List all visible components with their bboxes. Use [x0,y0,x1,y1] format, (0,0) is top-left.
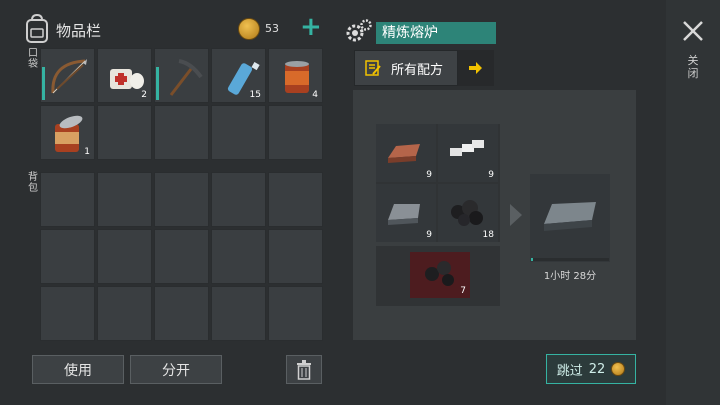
arrow-right-icon [469,62,482,74]
durability-bar [42,67,45,100]
backpack-slot[interactable] [154,229,209,284]
coin-count: 53 [265,22,279,35]
backpack-slot[interactable] [268,286,323,341]
skip-label: 跳过 [556,363,583,379]
smelting-timer: 1小时 28分 [543,271,597,282]
furnace-input-iron-ingot[interactable]: 9 [376,184,436,242]
coin-icon [238,18,260,40]
silver-bars-icon [450,140,484,156]
furnace-output-slot[interactable] [530,174,610,262]
steel-ingot-icon [544,202,596,231]
inventory-slot-empty[interactable] [268,105,323,160]
inventory-slot-water-bottle[interactable]: 15 [211,48,266,103]
backpack-slot[interactable] [40,172,95,227]
use-button[interactable]: 使用 [32,355,124,384]
inventory-slot-pickaxe[interactable] [154,48,209,103]
recipe-icon [365,60,381,76]
backpack-icon [26,14,48,43]
item-count: 4 [312,90,318,100]
furnace-fuel-slot[interactable]: 7 [410,252,470,298]
furnace-input-silver-bars[interactable]: 9 [438,124,498,182]
backpack-label: 背包 [28,172,38,194]
trash-icon [297,359,311,380]
furnace-input-grid: 9 9 9 18 [376,124,500,242]
backpack-grid [40,172,324,341]
inventory-slot-empty[interactable] [154,105,209,160]
recipe-arrow-button[interactable] [458,50,494,86]
backpack-slot[interactable] [97,286,152,341]
split-button[interactable]: 分开 [130,355,222,384]
backpack-slot[interactable] [268,172,323,227]
iron-ingot-icon [388,204,420,225]
backpack-slot[interactable] [97,172,152,227]
skip-button[interactable]: 跳过 22 [546,354,636,384]
bow-icon [51,59,87,94]
trash-button[interactable] [286,355,322,384]
all-recipes-label: 所有配方 [391,62,444,78]
inventory-slot-empty[interactable] [211,105,266,160]
close-label: 关闭 [687,54,699,80]
inventory-title: 物品栏 [56,22,102,40]
inventory-slot-bow[interactable] [40,48,95,103]
pocket-label: 口袋 [28,48,38,70]
backpack-slot[interactable] [97,229,152,284]
item-count: 9 [426,170,432,180]
furnace-input-coal[interactable]: 18 [438,184,498,242]
backpack-slot[interactable] [211,172,266,227]
backpack-slot[interactable] [268,229,323,284]
inventory-slot-empty[interactable] [97,105,152,160]
inventory-slot-canned-food[interactable]: 4 [268,48,323,103]
close-icon[interactable] [678,16,708,46]
backpack-slot[interactable] [211,229,266,284]
copper-ingot-icon [388,144,420,163]
backpack-slot[interactable] [40,229,95,284]
durability-bar [156,67,159,100]
item-count: 2 [141,90,147,100]
smelting-progress-track [531,258,609,261]
inventory-slot-bandage[interactable]: 2 [97,48,152,103]
item-count: 1 [84,147,90,157]
backpack-slot[interactable] [154,286,209,341]
process-arrow-icon [510,204,522,226]
furnace-input-copper-ingot[interactable]: 9 [376,124,436,182]
pocket-grid: 2 15 4 1 [40,48,324,160]
item-count: 15 [249,90,261,100]
backpack-slot[interactable] [211,286,266,341]
furnace-title: 精炼熔炉 [376,22,496,44]
coin-icon [611,362,626,376]
gears-icon [346,19,372,42]
fuel-coal-icon [425,261,454,286]
backpack-slot[interactable] [40,286,95,341]
smelting-progress-fill [531,258,533,261]
item-count: 9 [426,230,432,240]
item-count: 7 [460,286,466,296]
item-count: 18 [482,230,494,240]
add-coins-button[interactable]: + [300,14,322,40]
coal-icon [451,200,483,226]
item-count: 9 [488,170,494,180]
pickaxe-icon [169,59,203,96]
backpack-slot[interactable] [154,172,209,227]
skip-cost: 22 [588,361,606,377]
inventory-slot-canned-food-open[interactable]: 1 [40,105,95,160]
all-recipes-button[interactable]: 所有配方 [354,50,458,86]
